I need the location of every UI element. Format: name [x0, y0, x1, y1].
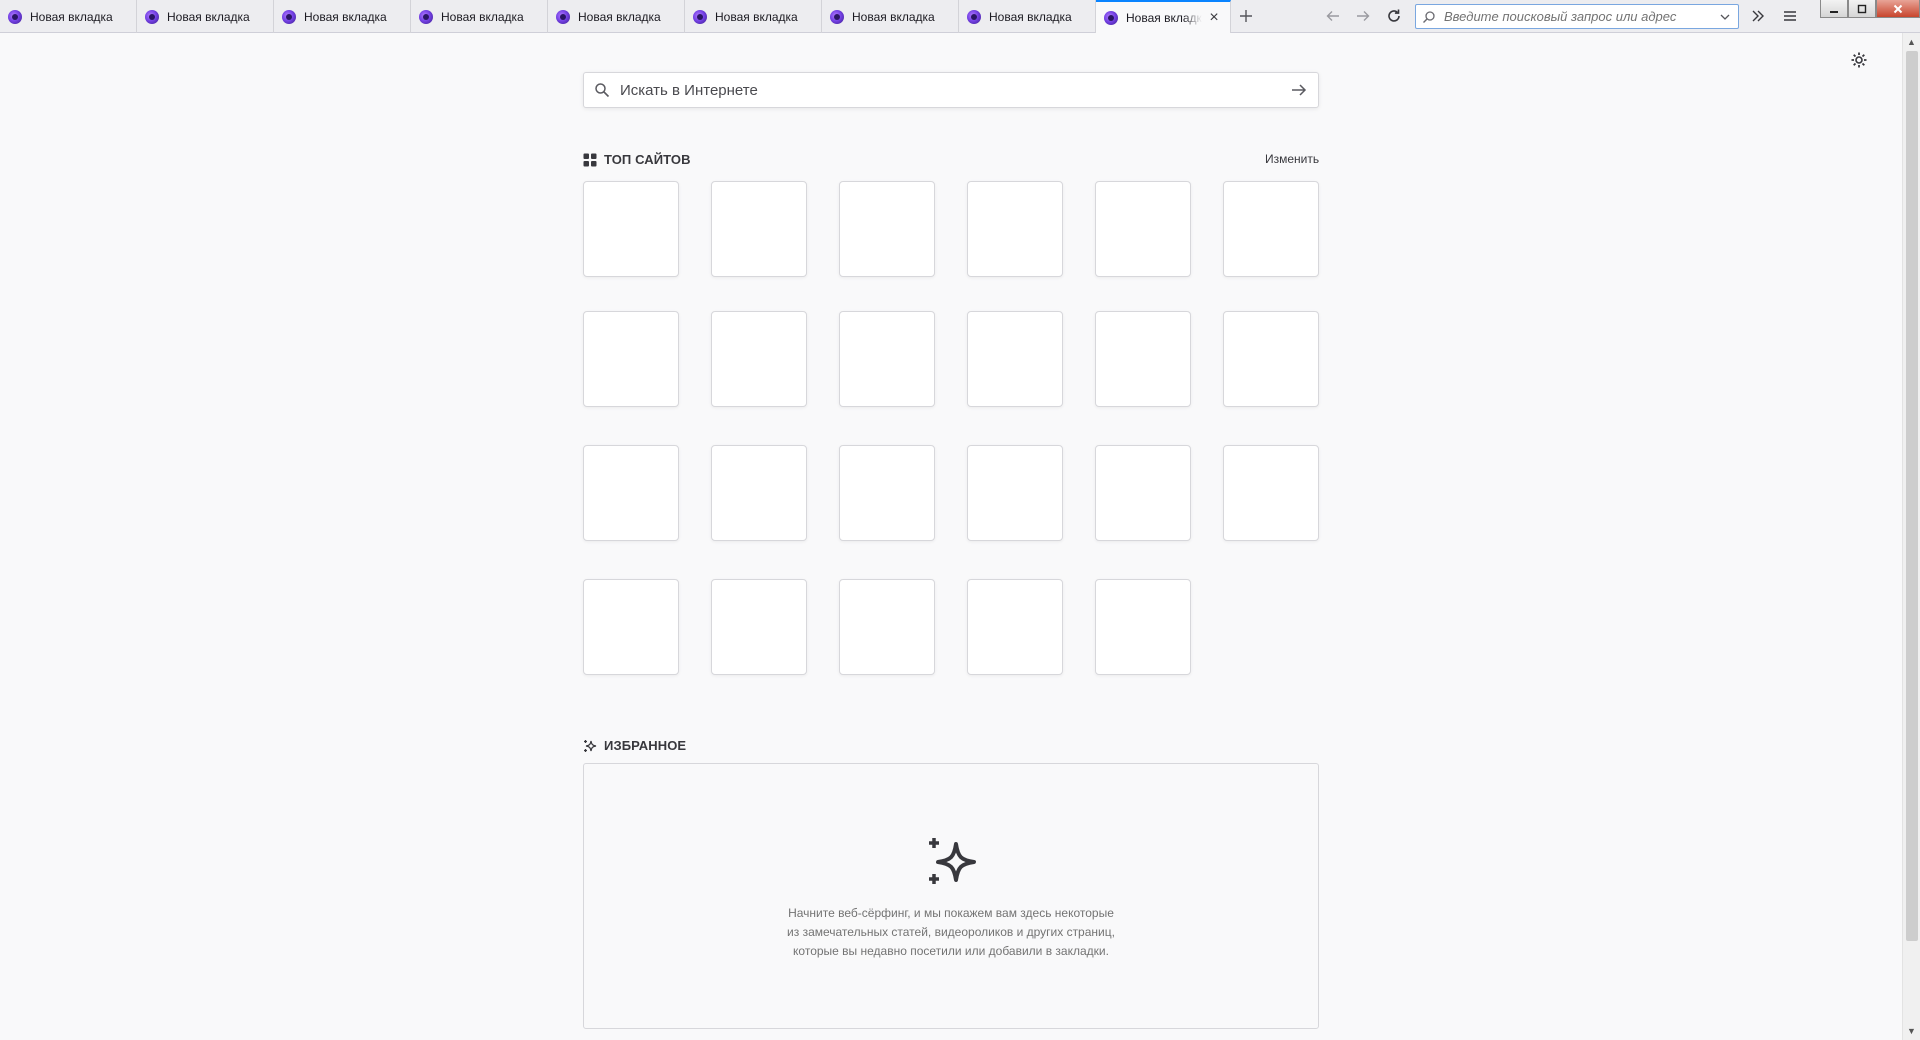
minimize-button[interactable]: [1820, 0, 1848, 18]
url-input[interactable]: [1436, 9, 1718, 24]
firefox-icon: [830, 9, 844, 24]
top-sites-edit-link[interactable]: Изменить: [1265, 152, 1319, 166]
arrow-left-icon: [1326, 11, 1339, 21]
new-tab-page: ТОП САЙТОВ Изменить ИЗБРАННОЕ Начните ве…: [0, 33, 1902, 1040]
top-site-tile[interactable]: [839, 445, 935, 541]
highlights-empty-text-line: из замечательных статей, видеороликов и …: [787, 925, 1115, 939]
top-site-tile[interactable]: [711, 445, 807, 541]
firefox-icon: [967, 9, 981, 24]
top-site-tile[interactable]: [711, 579, 807, 675]
top-site-tile[interactable]: [711, 181, 807, 277]
top-site-tile[interactable]: [1223, 445, 1319, 541]
tab[interactable]: Новая вкладка: [274, 0, 411, 33]
firefox-icon: [1104, 11, 1118, 25]
highlights-header[interactable]: ИЗБРАННОЕ: [583, 738, 686, 753]
vertical-scrollbar[interactable]: ▲ ▼: [1902, 33, 1920, 1040]
top-site-tile[interactable]: [1095, 445, 1191, 541]
tab-label: Новая вкладка: [1126, 11, 1202, 25]
web-search-input[interactable]: [610, 81, 1290, 99]
hamburger-menu-icon: [1784, 11, 1796, 21]
highlights-empty-text-line: которые вы недавно посетили или добавили…: [793, 944, 1109, 958]
main-menu-button[interactable]: [1778, 4, 1802, 28]
highlights-title: ИЗБРАННОЕ: [604, 738, 687, 753]
top-site-tile[interactable]: [1223, 311, 1319, 407]
top-site-tile[interactable]: [1095, 311, 1191, 407]
toolbar-overflow-button[interactable]: [1746, 4, 1770, 28]
firefox-icon: [419, 9, 433, 24]
scroll-down-arrow[interactable]: ▼: [1903, 1023, 1920, 1039]
tab-strip-toolbar: Новая вкладка Новая вкладка Новая вкладка Н…: [0, 0, 1920, 34]
top-site-tile[interactable]: [583, 181, 679, 277]
sparkle-icon: [584, 739, 597, 752]
top-site-tile[interactable]: [967, 579, 1063, 675]
url-bar[interactable]: [1415, 4, 1739, 29]
close-icon: [1893, 4, 1903, 14]
search-icon: [595, 83, 610, 98]
firefox-icon: [145, 9, 159, 24]
top-site-tile[interactable]: [839, 181, 935, 277]
tab-label: Новая вкладка: [578, 9, 661, 24]
chevron-down-icon[interactable]: [1718, 10, 1732, 24]
tab[interactable]: Новая вкладка: [685, 0, 822, 33]
plus-icon: [1240, 10, 1252, 22]
tab-label: Новая вкладка: [715, 9, 798, 24]
restore-button[interactable]: [1848, 0, 1876, 18]
top-site-tile[interactable]: [839, 579, 935, 675]
highlights-empty-text-line: Начните веб-сёрфинг, и мы покажем вам зд…: [788, 906, 1114, 920]
grid-icon: [583, 153, 597, 166]
arrow-right-icon: [1357, 11, 1370, 21]
back-button[interactable]: [1320, 4, 1346, 28]
tab-list: Новая вкладка Новая вкладка Новая вкладка Н…: [0, 0, 1231, 34]
tab[interactable]: Новая вкладка: [959, 0, 1096, 33]
web-search-box[interactable]: [583, 72, 1319, 108]
tab-label: Новая вкладка: [30, 9, 113, 24]
tab-active[interactable]: Новая вкладка ×: [1096, 0, 1231, 34]
top-site-tile[interactable]: [1095, 181, 1191, 277]
tab[interactable]: Новая вкладка: [0, 0, 137, 33]
tab-label: Новая вкладка: [441, 9, 524, 24]
top-site-tile[interactable]: [1223, 181, 1319, 277]
top-site-tile[interactable]: [583, 311, 679, 407]
gear-icon: [1851, 52, 1867, 68]
top-site-tile[interactable]: [967, 445, 1063, 541]
arrow-right-icon[interactable]: [1290, 81, 1308, 99]
double-chevron-right-icon: [1752, 10, 1764, 22]
top-site-tile[interactable]: [967, 311, 1063, 407]
firefox-icon: [8, 9, 22, 24]
reload-button[interactable]: [1381, 4, 1407, 28]
new-tab-button[interactable]: [1234, 4, 1258, 28]
sparkle-icon: [929, 838, 976, 884]
tab-label: Новая вкладка: [304, 9, 387, 24]
top-site-tile[interactable]: [967, 181, 1063, 277]
firefox-icon: [693, 9, 707, 24]
scroll-up-arrow[interactable]: ▲: [1903, 34, 1920, 50]
window-controls: [1820, 0, 1920, 18]
top-sites-header[interactable]: ТОП САЙТОВ: [583, 152, 691, 167]
close-window-button[interactable]: [1876, 0, 1920, 18]
highlights-empty-state: Начните веб-сёрфинг, и мы покажем вам зд…: [583, 763, 1319, 1029]
top-site-tile[interactable]: [1095, 579, 1191, 675]
tab[interactable]: Новая вкладка: [548, 0, 685, 33]
firefox-icon: [282, 9, 296, 24]
reload-icon: [1388, 9, 1400, 22]
tab[interactable]: Новая вкладка: [822, 0, 959, 33]
page-settings-button[interactable]: [1850, 51, 1868, 69]
forward-button[interactable]: [1350, 4, 1376, 28]
tab-label: Новая вкладка: [852, 9, 935, 24]
top-site-tile[interactable]: [839, 311, 935, 407]
top-site-tile[interactable]: [583, 579, 679, 675]
tab[interactable]: Новая вкладка: [137, 0, 274, 33]
close-tab-icon[interactable]: ×: [1206, 10, 1222, 26]
tab[interactable]: Новая вкладка: [411, 0, 548, 33]
search-icon: [1423, 10, 1435, 23]
tab-label: Новая вкладка: [167, 9, 250, 24]
restore-icon: [1857, 4, 1867, 14]
top-site-tile[interactable]: [711, 311, 807, 407]
tab-label: Новая вкладка: [989, 9, 1072, 24]
top-sites-title: ТОП САЙТОВ: [604, 152, 691, 167]
firefox-icon: [556, 9, 570, 24]
top-site-tile[interactable]: [583, 445, 679, 541]
scroll-thumb[interactable]: [1906, 51, 1918, 941]
minimize-icon: [1830, 11, 1838, 13]
